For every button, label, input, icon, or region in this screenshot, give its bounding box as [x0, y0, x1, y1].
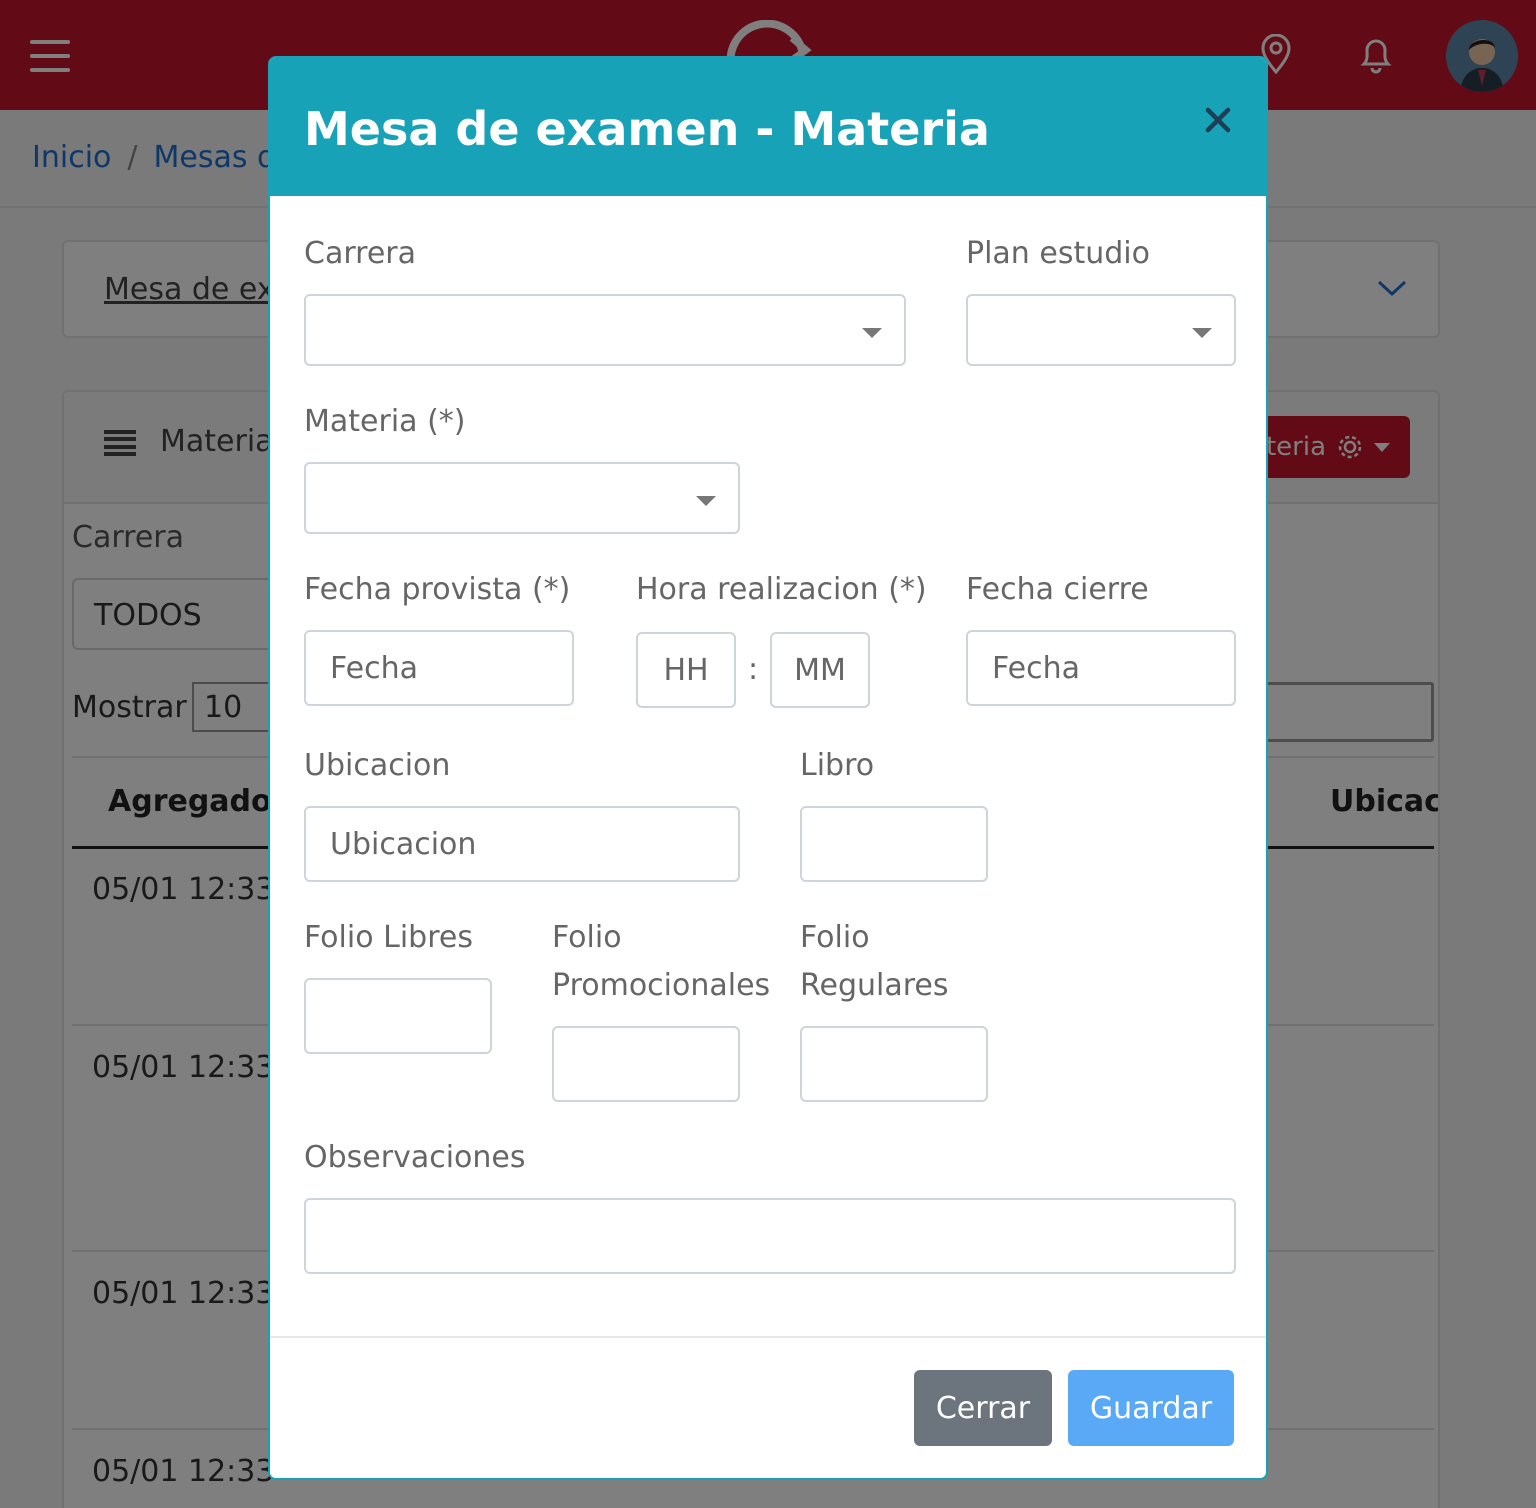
close-icon[interactable] — [1202, 104, 1234, 136]
folio-regulares-label: Folio Regulares — [800, 914, 949, 1010]
ubicacion-input[interactable] — [304, 806, 740, 882]
modal-header: Mesa de examen - Materia — [270, 58, 1266, 196]
carrera-label: Carrera — [304, 236, 416, 271]
fecha-cierre-input[interactable] — [966, 630, 1236, 706]
folio-promocionales-input[interactable] — [552, 1026, 740, 1102]
folio-promocionales-label: Folio Promocionales — [552, 914, 770, 1010]
plan-estudio-select[interactable] — [966, 294, 1236, 366]
carrera-select[interactable] — [304, 294, 906, 366]
plan-estudio-label: Plan estudio — [966, 236, 1150, 271]
folio-regulares-label-line2: Regulares — [800, 968, 949, 1003]
mesa-materia-modal: Mesa de examen - Materia Carrera Plan es… — [268, 56, 1268, 1480]
time-separator: : — [748, 652, 759, 687]
caret-down-icon — [696, 496, 716, 506]
folio-promocionales-label-line1: Folio — [552, 920, 622, 955]
folio-promocionales-label-line2: Promocionales — [552, 968, 771, 1003]
minute-input[interactable] — [770, 632, 870, 708]
materia-label: Materia (*) — [304, 404, 466, 439]
observaciones-input[interactable] — [304, 1198, 1236, 1274]
libro-input[interactable] — [800, 806, 988, 882]
hora-realizacion-label: Hora realizacion (*) — [636, 572, 927, 607]
observaciones-label: Observaciones — [304, 1140, 526, 1175]
folio-libres-label: Folio Libres — [304, 920, 473, 955]
hour-input[interactable] — [636, 632, 736, 708]
guardar-button[interactable]: Guardar — [1068, 1370, 1234, 1446]
caret-down-icon — [1192, 328, 1212, 338]
folio-regulares-input[interactable] — [800, 1026, 988, 1102]
ubicacion-label: Ubicacion — [304, 748, 451, 783]
cerrar-button[interactable]: Cerrar — [914, 1370, 1052, 1446]
fecha-provista-input[interactable] — [304, 630, 574, 706]
fecha-cierre-label: Fecha cierre — [966, 572, 1149, 607]
modal-title: Mesa de examen - Materia — [304, 102, 990, 156]
folio-libres-input[interactable] — [304, 978, 492, 1054]
modal-footer-divider — [270, 1336, 1266, 1338]
folio-regulares-label-line1: Folio — [800, 920, 870, 955]
materia-select[interactable] — [304, 462, 740, 534]
libro-label: Libro — [800, 748, 875, 783]
fecha-provista-label: Fecha provista (*) — [304, 572, 571, 607]
caret-down-icon — [862, 328, 882, 338]
